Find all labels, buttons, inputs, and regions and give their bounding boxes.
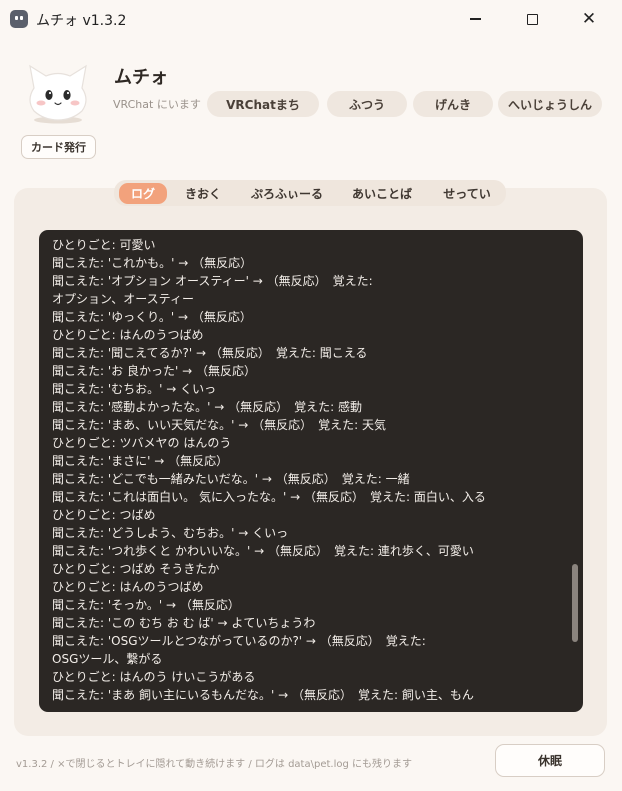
maximize-button[interactable] <box>509 0 555 38</box>
title-bar: ムチォ v1.3.2 ✕ <box>0 0 622 38</box>
log-line: ひとりごと: つばめ <box>52 508 156 522</box>
log-line: 聞こえた: 'これは面白い。 気に入ったな。' → （無反応） 覚えた: 面白い… <box>52 490 486 504</box>
footer-text: v1.3.2 / ×で閉じるとトレイに隠れて動き続けます / ログは data\… <box>16 759 412 770</box>
tab-profile[interactable]: ぷろふぃーる <box>241 183 333 204</box>
log-line: 聞こえた: 'これかも。' → （無反応） <box>52 256 253 270</box>
log-line: ひとりごと: 可愛い <box>52 238 156 252</box>
log-line: 聞こえた: 'つれ歩くと かわいいな。' → （無反応） 覚えた: 連れ歩く、可… <box>52 544 474 558</box>
minimize-icon <box>469 18 481 20</box>
status-text: VRChat にいます <box>113 98 201 111</box>
log-line: OSGツール、繋がる <box>52 652 163 666</box>
close-icon: ✕ <box>581 8 597 29</box>
log-line: 聞こえた: 'まさに' → （無反応） <box>52 454 229 468</box>
log-line: ひとりごと: つばめ そうきたか <box>52 562 220 576</box>
pet-avatar[interactable] <box>22 58 94 124</box>
mood-button-calm[interactable]: へいじょうしん <box>498 91 602 117</box>
window-title: ムチォ v1.3.2 <box>36 13 127 29</box>
log-lines: ひとりごと: 可愛い聞こえた: 'これかも。' → （無反応） 聞こえた: 'オプ… <box>52 236 572 704</box>
pet-left-eye-shine <box>48 91 52 95</box>
tab-memory[interactable]: きおく <box>175 183 231 204</box>
tab-passwords[interactable]: あいことば <box>343 183 421 204</box>
log-line: 聞こえた: 'むちお。' → くいっ <box>52 382 217 396</box>
log-line: 聞こえた: 'どうしよう、むちお。' → くいっ <box>52 526 289 540</box>
minimize-button[interactable] <box>452 0 498 38</box>
log-line: 聞こえた: 'そっか。' → （無反応） <box>52 598 240 612</box>
log-scrollbar[interactable] <box>572 564 578 642</box>
pet-right-cheek <box>70 100 80 106</box>
log-line: 聞こえた: '感動よかったな。' → （無反応） 覚えた: 感動 <box>52 400 362 414</box>
issue-card-button[interactable]: カード発行 <box>21 135 96 159</box>
log-line: 聞こえた: 'まあ、いい天気だな。' → （無反応） 覚えた: 天気 <box>52 418 386 432</box>
mood-button-energetic[interactable]: げんき <box>413 91 493 117</box>
log-line: ひとりごと: はんのうつばめ <box>52 580 204 594</box>
mood-button-vrchat-wait[interactable]: VRChatまち <box>207 91 319 117</box>
log-line: 聞こえた: 'この むち お む ば' → よていちょうわ <box>52 616 316 630</box>
tab-settings[interactable]: せってい <box>432 183 502 204</box>
mood-button-normal[interactable]: ふつう <box>327 91 407 117</box>
app-icon <box>10 10 28 28</box>
maximize-icon <box>526 13 538 25</box>
pet-left-eye <box>45 90 53 100</box>
tab-log[interactable]: ログ <box>119 183 167 204</box>
log-line: ひとりごと: はんのうつばめ <box>52 328 204 342</box>
pet-right-eye-shine <box>66 91 70 95</box>
log-line: 聞こえた: 'OSGツールとつながっているのか?' → （無反応） 覚えた: <box>52 634 426 648</box>
log-line: 聞こえた: 'どこでも一緒みたいだな。' → （無反応） 覚えた: 一緒 <box>52 472 410 486</box>
log-line: 聞こえた: 'ゆっくり。' → （無反応） <box>52 310 252 324</box>
log-line: ひとりごと: ツバメヤの はんのう <box>52 436 232 450</box>
log-line: オプション、オースティー <box>52 292 194 306</box>
pet-left-cheek <box>36 100 46 106</box>
close-button[interactable]: ✕ <box>566 0 612 38</box>
pet-body <box>29 64 87 121</box>
log-line: ひとりごと: はんのう けいこうがある <box>52 670 256 684</box>
log-view[interactable]: ひとりごと: 可愛い聞こえた: 'これかも。' → （無反応） 聞こえた: 'オプ… <box>39 230 583 712</box>
log-line: 聞こえた: 'オプション オースティー' → （無反応） 覚えた: <box>52 274 373 288</box>
pet-right-eye <box>63 90 71 100</box>
log-line: 聞こえた: 'お 良かった' → （無反応） <box>52 364 256 378</box>
log-line: 聞こえた: 'まあ 飼い主にいるもんだな。' → （無反応） 覚えた: 飼い主、… <box>52 688 474 702</box>
sleep-button[interactable]: 休眠 <box>495 744 605 777</box>
log-line: 聞こえた: '聞こえてるか?' → （無反応） 覚えた: 聞こえる <box>52 346 368 360</box>
pet-name: ムチォ <box>114 67 168 88</box>
